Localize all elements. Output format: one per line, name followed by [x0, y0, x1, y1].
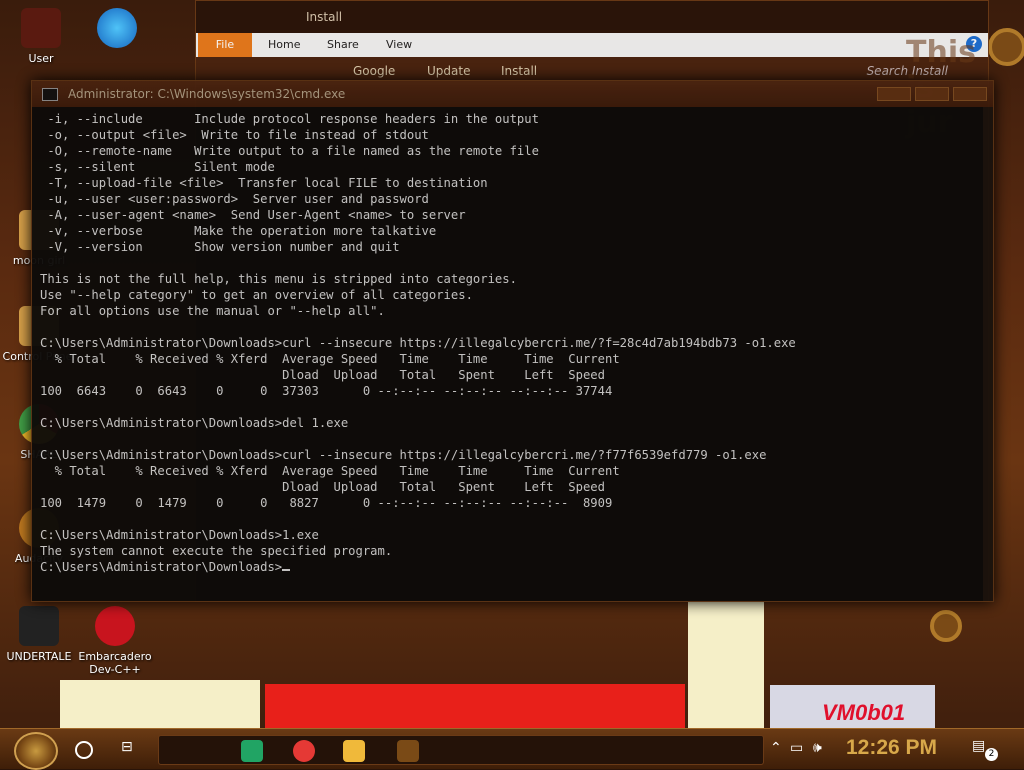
- wallpaper-gear: [930, 610, 962, 642]
- scrollbar[interactable]: [983, 107, 993, 601]
- file-explorer-icon[interactable]: [343, 740, 365, 762]
- console-text: -i, --include Include protocol response …: [40, 112, 796, 558]
- install-task-icon[interactable]: [397, 740, 419, 762]
- cmd-icon: [42, 88, 58, 101]
- wallpaper-shape: [60, 680, 260, 728]
- wallpaper-gear: [988, 28, 1024, 66]
- wallpaper-shape: [265, 684, 685, 728]
- desktop-icon-edge[interactable]: [80, 8, 154, 52]
- console-prompt: C:\Users\Administrator\Downloads>: [40, 560, 283, 574]
- wallpaper-text: VM0b01: [822, 700, 906, 725]
- wallpaper-shape: [688, 600, 764, 728]
- cmd-titlebar[interactable]: Administrator: C:\Windows\system32\cmd.e…: [32, 81, 993, 107]
- taskbar-pinned-area: [158, 735, 764, 765]
- edge-icon: [97, 8, 137, 48]
- tab-view[interactable]: View: [386, 38, 412, 51]
- minimize-button[interactable]: [877, 87, 911, 101]
- cmd-window[interactable]: Administrator: C:\Windows\system32\cmd.e…: [31, 80, 994, 602]
- tab-file[interactable]: File: [198, 33, 252, 57]
- chrome-icon[interactable]: [293, 740, 315, 762]
- explorer-ribbon: File Home Share View ?: [196, 33, 988, 57]
- volume-icon[interactable]: 🕪: [813, 740, 822, 756]
- breadcrumb-update[interactable]: Update: [427, 64, 470, 78]
- tab-home[interactable]: Home: [268, 38, 300, 51]
- user-folder-icon: [21, 8, 61, 48]
- console-prompt-line[interactable]: C:\Users\Administrator\Downloads>: [40, 559, 985, 575]
- search-icon[interactable]: [75, 741, 93, 759]
- network-icon[interactable]: ▭: [790, 740, 803, 756]
- tab-share[interactable]: Share: [327, 38, 359, 51]
- devcpp-icon: [95, 606, 135, 646]
- sheets-icon[interactable]: [241, 740, 263, 762]
- notification-badge: 2: [985, 748, 998, 761]
- breadcrumb-install[interactable]: Install: [501, 64, 537, 78]
- explorer-title: Install: [306, 10, 343, 24]
- desktop-icon-devcpp[interactable]: Embarcadero Dev-C++: [78, 606, 152, 676]
- desktop-icon-undertale[interactable]: UNDERTALE: [2, 606, 76, 663]
- taskbar: ⊟ ⌃ ▭ 🕪 12:26 PM ▤ 2: [0, 728, 1024, 770]
- breadcrumb-google[interactable]: Google: [353, 64, 395, 78]
- maximize-button[interactable]: [915, 87, 949, 101]
- start-button[interactable]: [14, 732, 58, 770]
- clock[interactable]: 12:26 PM: [846, 736, 937, 760]
- task-view-icon[interactable]: ⊟: [121, 739, 139, 757]
- cmd-title: Administrator: C:\Windows\system32\cmd.e…: [68, 87, 346, 101]
- unity-icon: [19, 606, 59, 646]
- text-cursor: [282, 569, 291, 571]
- explorer-titlebar[interactable]: Install: [196, 1, 988, 33]
- chevron-up-icon[interactable]: ⌃: [770, 740, 782, 756]
- desktop-icon-user[interactable]: User: [4, 8, 78, 65]
- close-button[interactable]: [953, 87, 987, 101]
- console-output[interactable]: -i, --include Include protocol response …: [40, 111, 985, 597]
